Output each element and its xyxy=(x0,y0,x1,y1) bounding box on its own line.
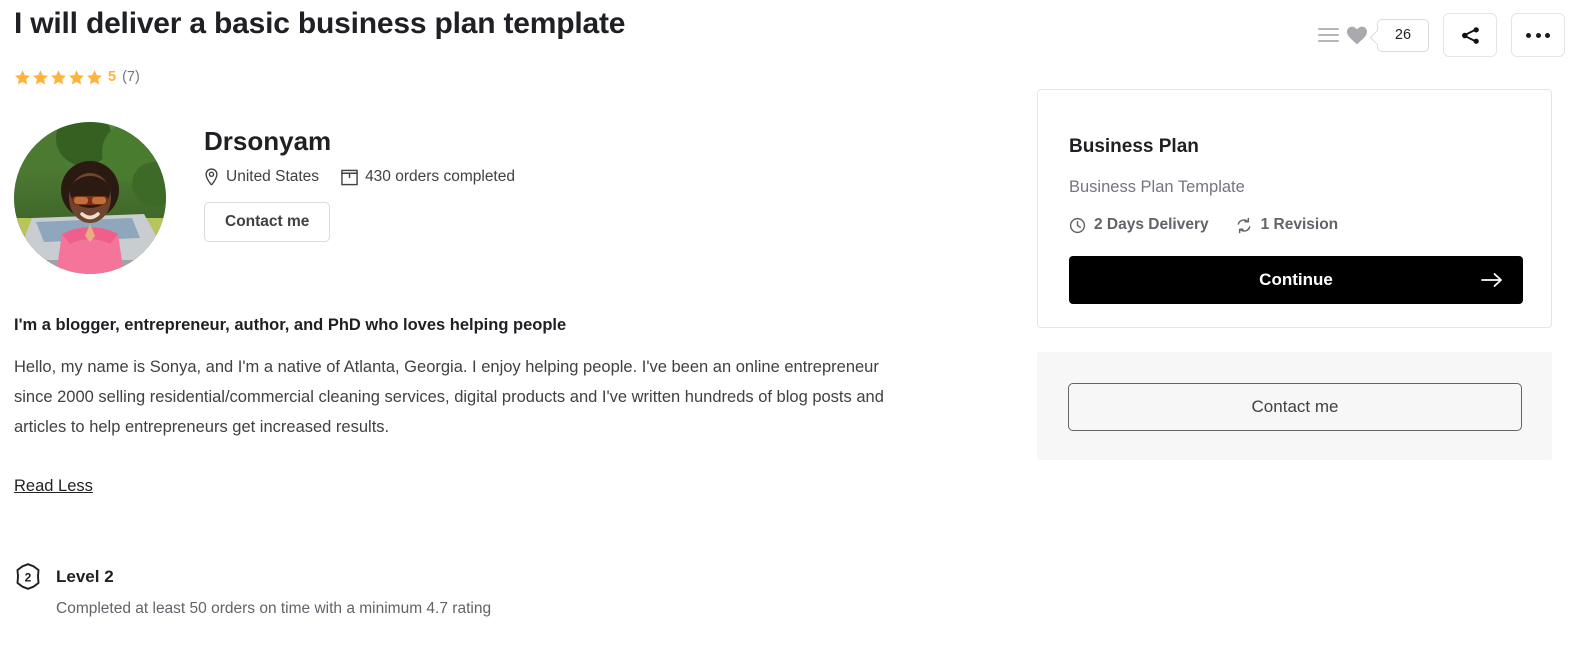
star-icon xyxy=(51,69,66,84)
continue-button[interactable]: Continue xyxy=(1069,256,1523,304)
read-less-link[interactable]: Read Less xyxy=(14,477,93,496)
share-icon xyxy=(1461,26,1479,44)
level-row: 2 Level 2 xyxy=(14,562,491,592)
revision-refresh-icon xyxy=(1237,217,1251,233)
revisions: 1 Revision xyxy=(1235,216,1339,234)
seller-location-label: United States xyxy=(226,168,320,185)
location-pin-icon xyxy=(205,168,218,186)
page-title: I will deliver a basic business plan tem… xyxy=(14,7,626,40)
collect-lines-icon xyxy=(1317,28,1339,42)
revisions-label: 1 Revision xyxy=(1260,216,1339,233)
star-icon xyxy=(33,69,48,84)
seller-profile-photo xyxy=(14,122,166,274)
like-button[interactable] xyxy=(1343,16,1371,54)
seller-orders: 430 orders completed xyxy=(341,168,515,186)
package-title: Business Plan xyxy=(1069,136,1199,157)
star-icon xyxy=(15,69,30,84)
contact-panel: Contact me xyxy=(1037,352,1552,460)
delivery-label: 2 Days Delivery xyxy=(1094,216,1209,233)
level-description: Completed at least 50 orders on time wit… xyxy=(56,600,492,617)
package-features: 2 Days Delivery 1 Revision xyxy=(1069,216,1338,234)
seller-orders-label: 430 orders completed xyxy=(365,168,515,185)
package-card: Business Plan Business Plan Template 2 D… xyxy=(1037,89,1552,328)
seller-level-block: 2 Level 2 Completed at least 50 orders o… xyxy=(14,562,491,618)
seller-info: Drsonyam United States 430 orders comple… xyxy=(204,122,515,242)
bio-heading: I'm a blogger, entrepreneur, author, and… xyxy=(14,316,567,334)
like-count-badge: 26 xyxy=(1377,18,1429,52)
heart-icon xyxy=(1347,26,1367,45)
seller-meta: United States 430 orders completed xyxy=(204,168,515,186)
seller-location: United States xyxy=(204,168,319,186)
level-title: Level 2 xyxy=(56,567,114,586)
delivery-time: 2 Days Delivery xyxy=(1069,216,1209,234)
seller-name: Drsonyam xyxy=(204,126,332,156)
rating-count: (7) xyxy=(122,69,140,85)
package-box-icon xyxy=(341,169,358,185)
header-actions: 26 xyxy=(1313,13,1565,57)
continue-label: Continue xyxy=(1259,270,1333,289)
more-options-button[interactable] xyxy=(1511,13,1565,57)
arrow-right-icon xyxy=(1481,272,1503,288)
contact-panel-button[interactable]: Contact me xyxy=(1068,383,1522,431)
star-icon xyxy=(69,69,84,84)
bio-text: Hello, my name is Sonya, and I'm a nativ… xyxy=(14,358,884,436)
rating-score: 5 xyxy=(108,69,117,85)
gig-page: I will deliver a basic business plan tem… xyxy=(0,0,1581,663)
contact-me-button[interactable]: Contact me xyxy=(204,202,331,242)
star-icon xyxy=(87,69,102,84)
share-button[interactable] xyxy=(1443,13,1497,57)
rating-summary: 5 (7) xyxy=(14,66,140,88)
avatar[interactable] xyxy=(14,122,166,274)
star-rating xyxy=(14,69,103,86)
clock-icon xyxy=(1069,217,1086,233)
collect-button[interactable] xyxy=(1313,16,1343,54)
more-options-icon xyxy=(1526,32,1550,38)
package-subtitle: Business Plan Template xyxy=(1069,178,1245,196)
svg-text:2: 2 xyxy=(25,571,32,585)
level-badge-icon: 2 xyxy=(16,563,40,590)
seller-block: Drsonyam United States 430 orders comple… xyxy=(14,122,515,274)
